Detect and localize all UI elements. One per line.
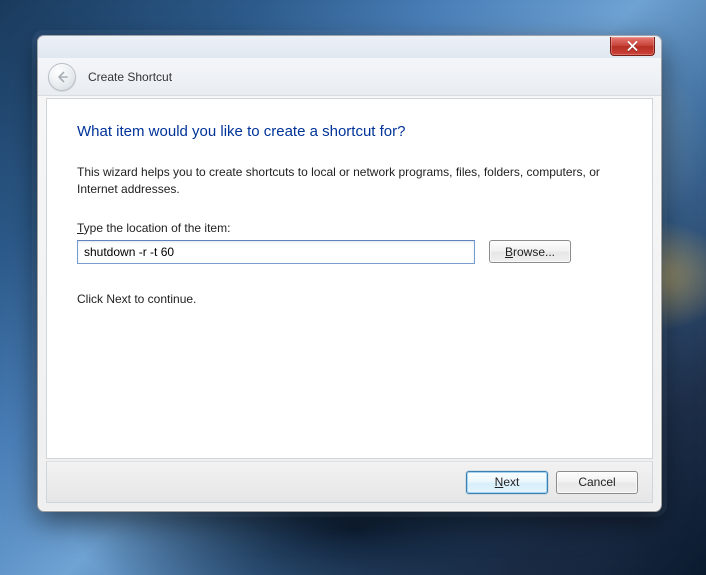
location-row: Browse... <box>77 240 622 264</box>
location-label: Type the location of the item: <box>77 221 622 235</box>
wizard-header: Create Shortcut <box>38 58 661 96</box>
page-heading: What item would you like to create a sho… <box>77 123 622 140</box>
arrow-left-icon <box>55 70 69 84</box>
cancel-button[interactable]: Cancel <box>556 471 638 494</box>
page-description: This wizard helps you to create shortcut… <box>77 164 617 199</box>
back-button[interactable] <box>48 63 76 91</box>
wizard-content: What item would you like to create a sho… <box>46 98 653 459</box>
continue-hint: Click Next to continue. <box>77 292 622 306</box>
wizard-window: Create Shortcut What item would you like… <box>37 35 662 512</box>
next-button[interactable]: Next <box>466 471 548 494</box>
close-button[interactable] <box>610 37 655 56</box>
close-icon <box>627 41 638 51</box>
window-title: Create Shortcut <box>88 70 172 84</box>
wizard-footer: Next Cancel <box>46 461 653 503</box>
browse-button[interactable]: Browse... <box>489 240 571 263</box>
titlebar <box>37 35 662 59</box>
location-input[interactable] <box>77 240 475 264</box>
desktop-background: Create Shortcut What item would you like… <box>0 0 706 575</box>
